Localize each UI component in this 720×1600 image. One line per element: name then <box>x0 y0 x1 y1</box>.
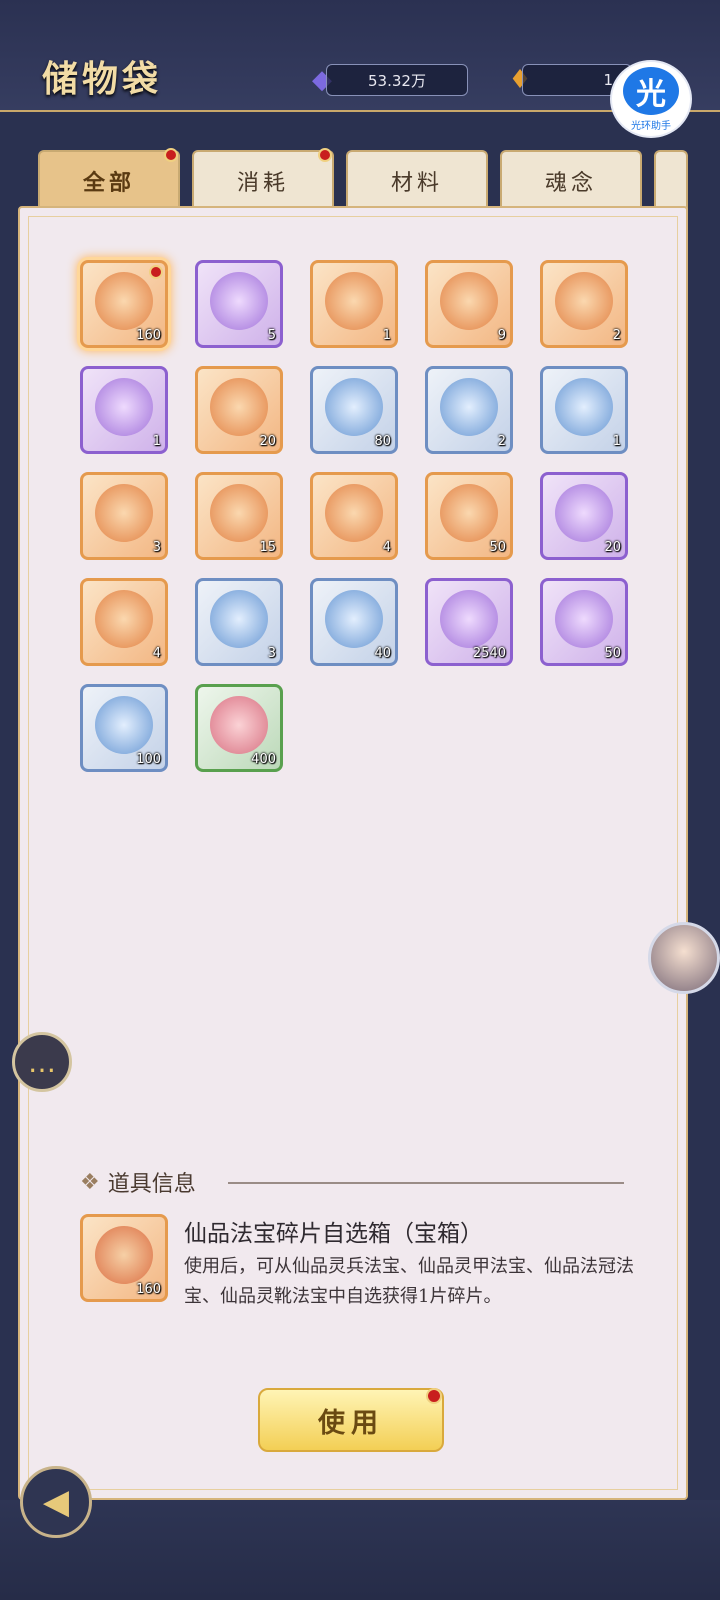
tab-more[interactable] <box>654 150 688 210</box>
portrait-scroll-icon <box>440 271 498 330</box>
inventory-item[interactable]: 9 <box>425 260 513 348</box>
item-count: 100 <box>136 752 161 767</box>
overlay-assistant-badge[interactable]: 光 光环助手 <box>610 60 692 138</box>
inventory-item[interactable]: 2 <box>540 260 628 348</box>
sword-orb-icon <box>555 271 613 330</box>
item-name: 仙品法宝碎片自选箱（宝箱） <box>184 1221 483 1247</box>
inventory-item[interactable]: 1 <box>310 260 398 348</box>
treasure-chest-icon <box>95 1225 153 1284</box>
item-count: 15 <box>259 540 276 555</box>
item-count: 3 <box>152 540 161 555</box>
inventory-item[interactable]: 100 <box>80 684 168 772</box>
bottom-bar <box>0 1500 720 1600</box>
item-count: 400 <box>251 752 276 767</box>
item-count: 80 <box>374 434 391 449</box>
amethyst-crystal-icon <box>555 589 613 648</box>
tab-label: 全部 <box>82 170 135 196</box>
inventory-item[interactable]: 20 <box>195 366 283 454</box>
item-count: 50 <box>489 540 506 555</box>
selected-item-thumbnail: 160 <box>80 1214 168 1302</box>
lotus-figure-icon <box>95 377 153 436</box>
tab-label: 消耗 <box>236 171 289 196</box>
inventory-item[interactable]: 1 <box>80 366 168 454</box>
diamond-icon: ❖ <box>80 1169 100 1195</box>
pink-gem-pedestal-icon <box>555 483 613 542</box>
item-count: 50 <box>604 646 621 661</box>
item-count: 4 <box>382 540 391 555</box>
character-avatar-icon[interactable] <box>648 922 720 994</box>
inventory-item[interactable]: 4 <box>80 578 168 666</box>
inventory-item[interactable]: 50 <box>540 578 628 666</box>
porcelain-vase-icon <box>555 377 613 436</box>
jade-scroll-icon <box>325 377 383 436</box>
coral-icon <box>210 695 268 754</box>
item-description: 使用后，可从仙品灵兵法宝、仙品灵甲法宝、仙品法冠法宝、仙品灵靴法宝中自选获得1片… <box>184 1256 634 1307</box>
notification-dot <box>318 148 332 162</box>
item-count: 1 <box>382 328 391 343</box>
jade-talisman-icon <box>95 483 153 542</box>
item-count: 20 <box>604 540 621 555</box>
soul-egg-icon <box>95 695 153 754</box>
tab-soul[interactable]: 魂念 <box>500 150 642 210</box>
jade-crystal-icon <box>325 589 383 648</box>
red-crown-icon <box>325 271 383 330</box>
inventory-item[interactable]: 1 <box>540 366 628 454</box>
info-heading-text: 道具信息 <box>107 1172 196 1197</box>
beast-statue-icon <box>95 589 153 648</box>
item-count: 9 <box>497 328 506 343</box>
item-count: 2 <box>612 328 621 343</box>
item-count: 4 <box>152 646 161 661</box>
item-count: 2540 <box>472 646 506 661</box>
inventory-item[interactable]: 5 <box>195 260 283 348</box>
tab-label: 魂念 <box>544 171 597 196</box>
notification-dot <box>426 1388 442 1404</box>
inventory-item[interactable]: 3 <box>80 472 168 560</box>
item-count: 160 <box>136 1282 161 1297</box>
blue-orb-icon <box>210 589 268 648</box>
inventory-item[interactable]: 20 <box>540 472 628 560</box>
item-info-heading: ❖ 道具信息 <box>80 1166 196 1198</box>
inventory-item[interactable]: 2540 <box>425 578 513 666</box>
inventory-item[interactable]: 3 <box>195 578 283 666</box>
notification-dot <box>149 265 163 279</box>
tab-material[interactable]: 材料 <box>346 150 488 210</box>
back-arrow-icon[interactable]: ◀ <box>20 1466 92 1538</box>
inventory-item[interactable]: 50 <box>425 472 513 560</box>
treasure-chest-icon <box>95 271 153 330</box>
tab-label: 材料 <box>390 171 443 196</box>
page-title: 储物袋 <box>42 58 163 100</box>
currency-spirit-jade[interactable]: 53.32万 <box>326 64 468 96</box>
chat-bubble-icon[interactable]: … <box>12 1032 72 1092</box>
category-tabs: 全部 消耗 材料 魂念 <box>38 148 688 210</box>
item-count: 1 <box>612 434 621 449</box>
inventory-item[interactable]: 80 <box>310 366 398 454</box>
inventory-item[interactable]: 2 <box>425 366 513 454</box>
item-count: 160 <box>136 328 161 343</box>
item-count: 3 <box>267 646 276 661</box>
notification-dot <box>164 148 178 162</box>
fire-gem-pedestal-icon <box>440 483 498 542</box>
golden-dragon-icon <box>325 483 383 542</box>
violet-flame-crystal-icon <box>440 589 498 648</box>
bagua-talisman-icon <box>210 483 268 542</box>
item-count: 40 <box>374 646 391 661</box>
inventory-item[interactable]: 400 <box>195 684 283 772</box>
porcelain-vase-icon <box>440 377 498 436</box>
tab-all[interactable]: 全部 <box>38 150 180 210</box>
purple-spirit-flame-icon <box>210 271 268 330</box>
item-count: 20 <box>259 434 276 449</box>
inventory-item[interactable]: 15 <box>195 472 283 560</box>
item-count: 1 <box>152 434 161 449</box>
inventory-item[interactable]: 160 <box>80 260 168 348</box>
inventory-item[interactable]: 40 <box>310 578 398 666</box>
inventory-item[interactable]: 4 <box>310 472 398 560</box>
tab-consumable[interactable]: 消耗 <box>192 150 334 210</box>
use-button[interactable]: 使用 <box>258 1388 444 1452</box>
bronze-scroll-icon <box>210 377 268 436</box>
assistant-logo-icon: 光 <box>623 66 679 115</box>
divider <box>228 1182 624 1184</box>
item-count: 2 <box>497 434 506 449</box>
assistant-label: 光环助手 <box>631 120 671 132</box>
item-count: 5 <box>267 328 276 343</box>
